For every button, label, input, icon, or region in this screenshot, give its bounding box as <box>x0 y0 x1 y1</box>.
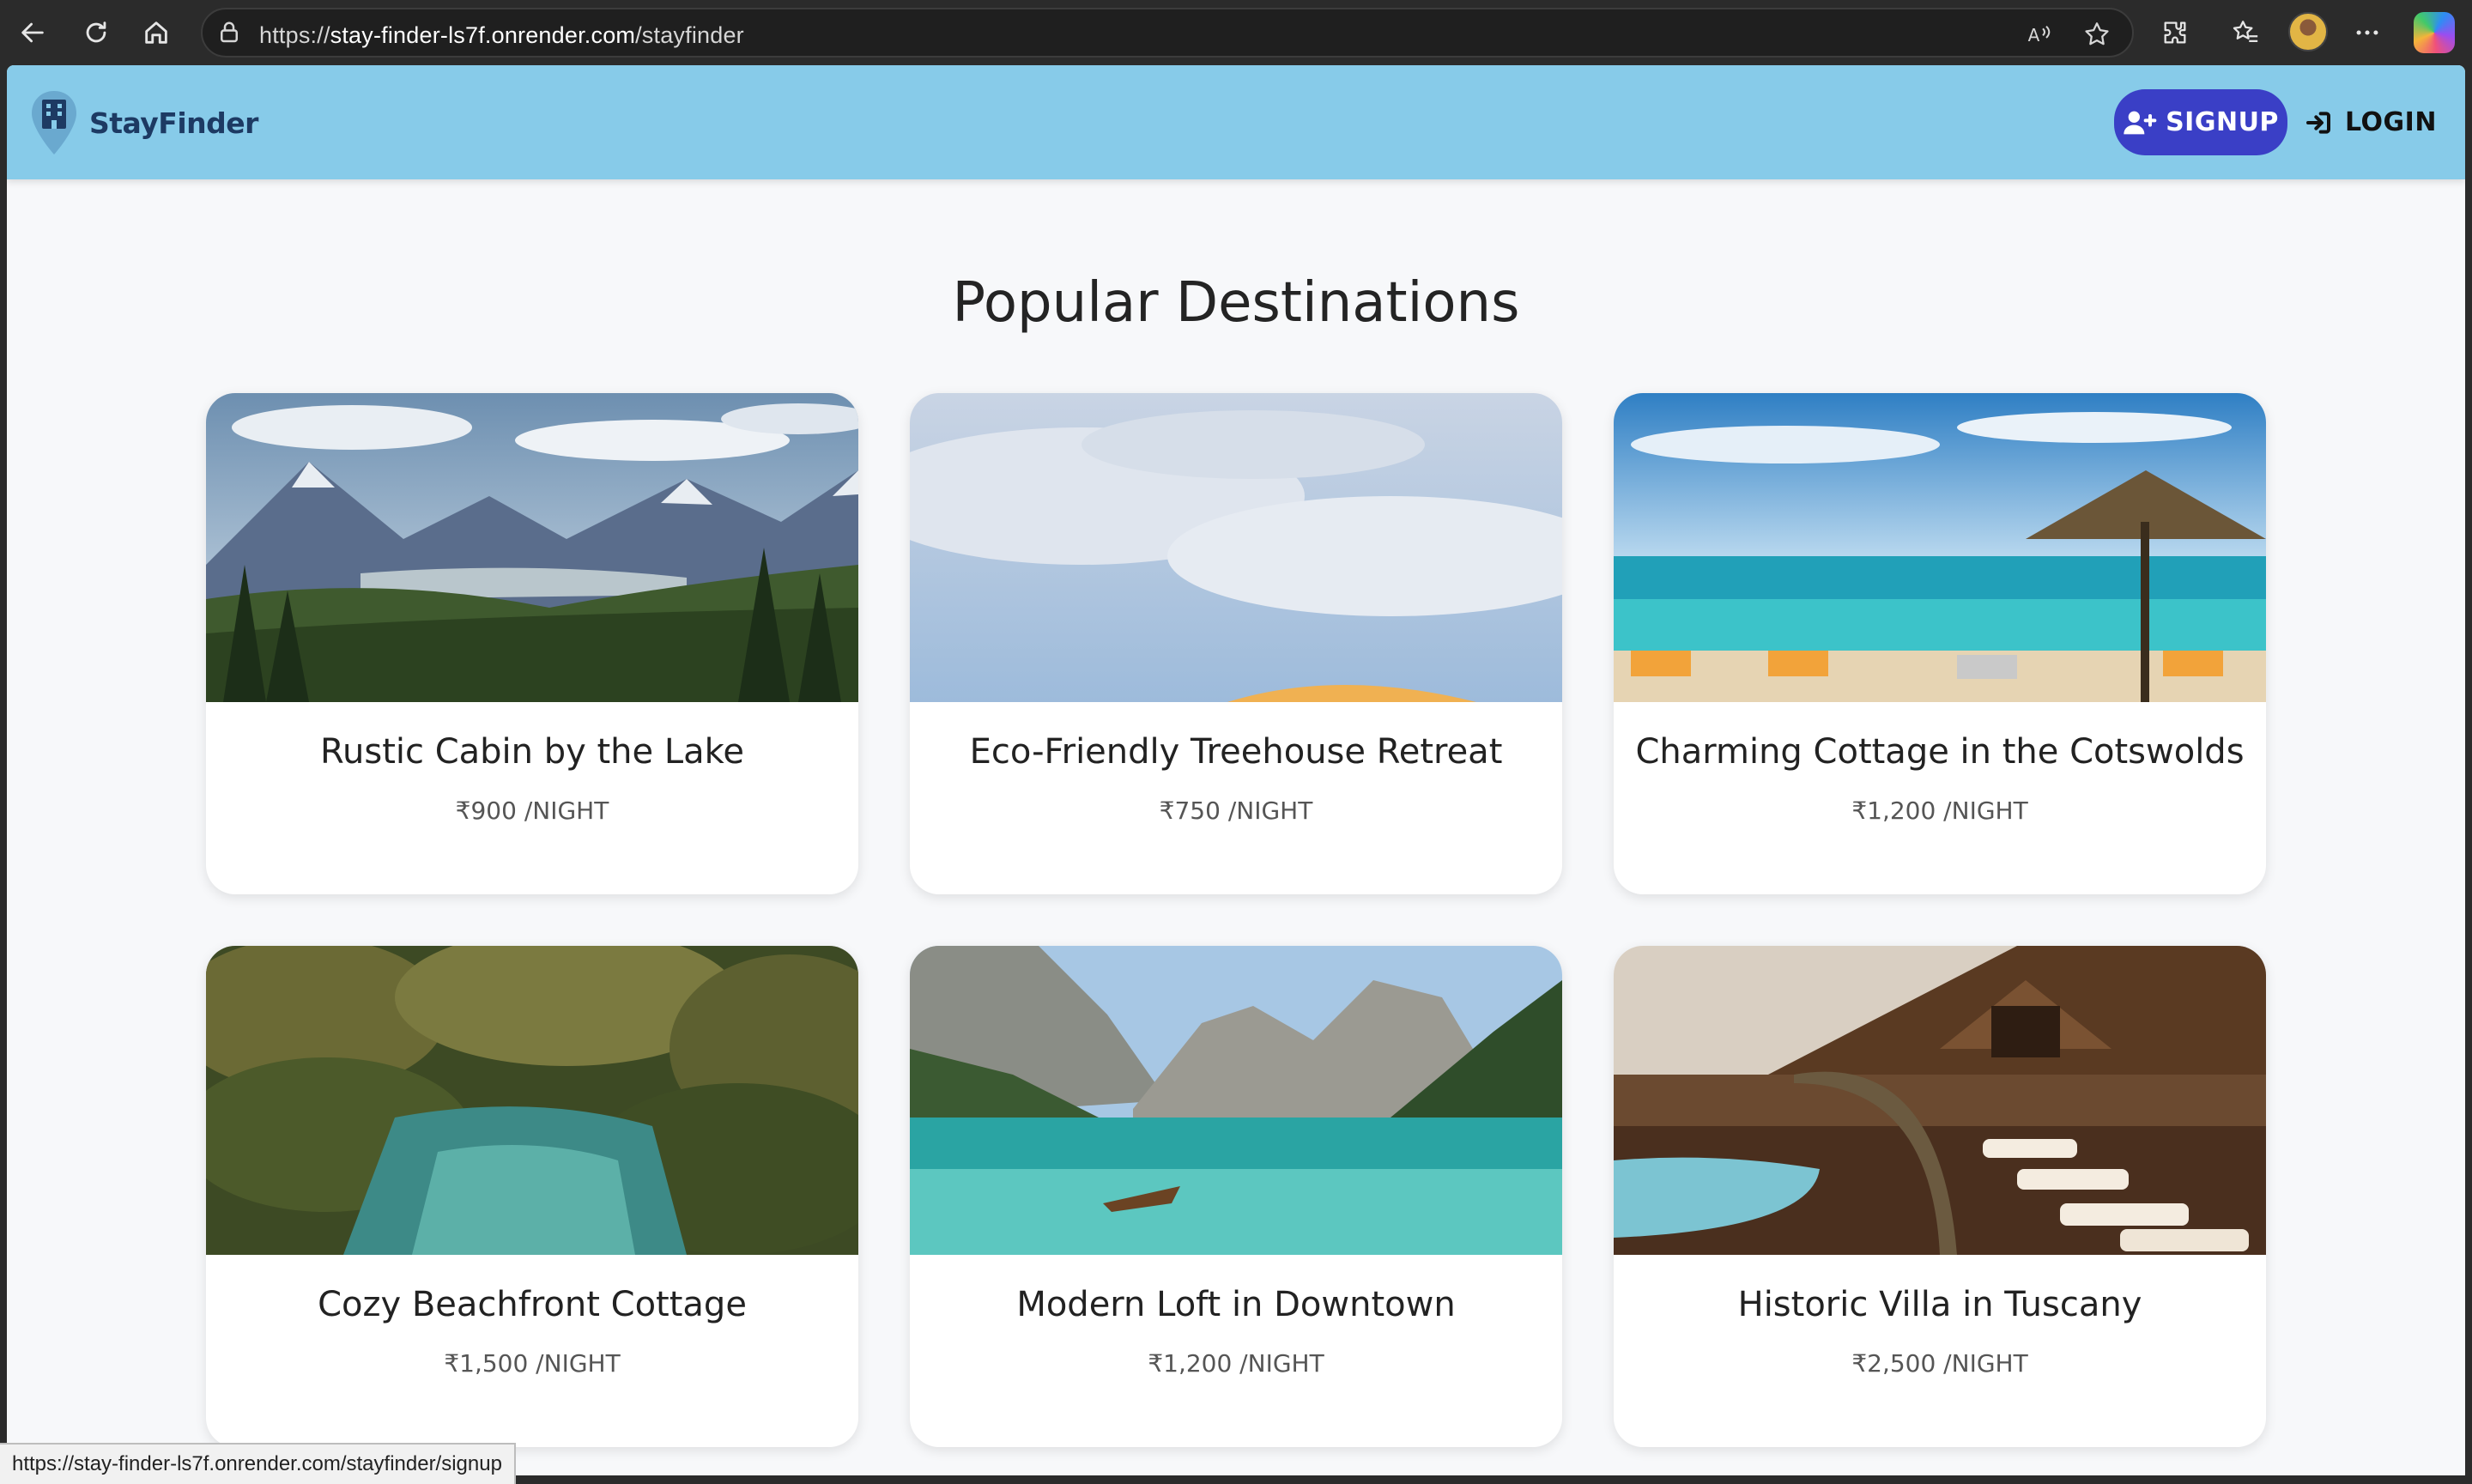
listing-card[interactable]: Modern Loft in Downtown ₹1,200 /NIGHT <box>910 946 1562 1447</box>
app-header: StayFinder SIGNUP LOGIN <box>7 65 2465 179</box>
listing-title: Modern Loft in Downtown <box>1016 1285 1456 1324</box>
listing-price: ₹1,500 /NIGHT <box>444 1349 621 1378</box>
url-text[interactable]: https://stay-finder-ls7f.onrender.com/st… <box>259 22 744 49</box>
listing-image-mountain-lake <box>910 946 1562 1255</box>
back-icon[interactable] <box>12 12 53 53</box>
svg-text:A: A <box>2028 25 2040 45</box>
site-info-icon[interactable] <box>216 20 242 45</box>
listing-price: ₹900 /NIGHT <box>455 797 609 825</box>
profile-avatar[interactable] <box>2288 12 2328 51</box>
listing-price: ₹750 /NIGHT <box>1159 797 1313 825</box>
listing-card[interactable]: Historic Villa in Tuscany ₹2,500 /NIGHT <box>1614 946 2266 1447</box>
signup-label: SIGNUP <box>2166 107 2279 137</box>
listing-title: Charming Cottage in the Cotswolds <box>1635 732 2245 772</box>
listing-image-palm-river <box>206 946 858 1255</box>
page-title: Popular Destinations <box>952 271 1520 335</box>
address-bar[interactable]: https://stay-finder-ls7f.onrender.com/st… <box>201 8 2134 58</box>
listing-title: Eco-Friendly Treehouse Retreat <box>969 732 1503 772</box>
listing-title: Historic Villa in Tuscany <box>1737 1285 2142 1324</box>
listing-image-resort-pool <box>1614 946 2266 1255</box>
extensions-icon[interactable] <box>2154 12 2196 53</box>
listing-card[interactable]: Charming Cottage in the Cotswolds ₹1,200… <box>1614 393 2266 894</box>
listing-image-mountains <box>206 393 858 702</box>
listing-title: Cozy Beachfront Cottage <box>318 1285 747 1324</box>
listing-card[interactable]: Rustic Cabin by the Lake ₹900 /NIGHT <box>206 393 858 894</box>
copilot-icon[interactable] <box>2414 12 2455 53</box>
more-options-icon[interactable] <box>2347 12 2388 53</box>
listing-price: ₹1,200 /NIGHT <box>1851 797 2028 825</box>
login-button[interactable]: LOGIN <box>2299 89 2462 155</box>
favorite-star-icon[interactable] <box>2082 20 2112 49</box>
home-icon[interactable] <box>136 12 177 53</box>
sign-in-icon <box>2306 111 2330 134</box>
listing-price: ₹2,500 /NIGHT <box>1851 1349 2028 1378</box>
signup-button[interactable]: SIGNUP <box>2114 89 2287 155</box>
listing-image-beach <box>1614 393 2266 702</box>
user-plus-icon <box>2124 111 2157 134</box>
login-label: LOGIN <box>2345 107 2437 137</box>
listing-card[interactable]: Eco-Friendly Treehouse Retreat ₹750 /NIG… <box>910 393 1562 894</box>
listing-title: Rustic Cabin by the Lake <box>320 732 744 772</box>
read-aloud-icon[interactable]: A <box>2026 21 2053 48</box>
favorites-icon[interactable] <box>2225 12 2266 53</box>
listing-price: ₹1,200 /NIGHT <box>1148 1349 1324 1378</box>
brand-logo-link[interactable]: StayFinder <box>29 89 258 156</box>
refresh-icon[interactable] <box>76 12 117 53</box>
brand-name: StayFinder <box>89 106 258 140</box>
hotel-pin-icon <box>32 91 76 154</box>
browser-toolbar: https://stay-finder-ls7f.onrender.com/st… <box>0 0 2472 65</box>
listing-card[interactable]: Cozy Beachfront Cottage ₹1,500 /NIGHT <box>206 946 858 1447</box>
status-bar-link-preview: https://stay-finder-ls7f.onrender.com/st… <box>0 1443 516 1484</box>
listing-image-sky-umbrella <box>910 393 1562 702</box>
page-viewport: StayFinder SIGNUP LOGIN Popular Destinat… <box>7 65 2465 1475</box>
